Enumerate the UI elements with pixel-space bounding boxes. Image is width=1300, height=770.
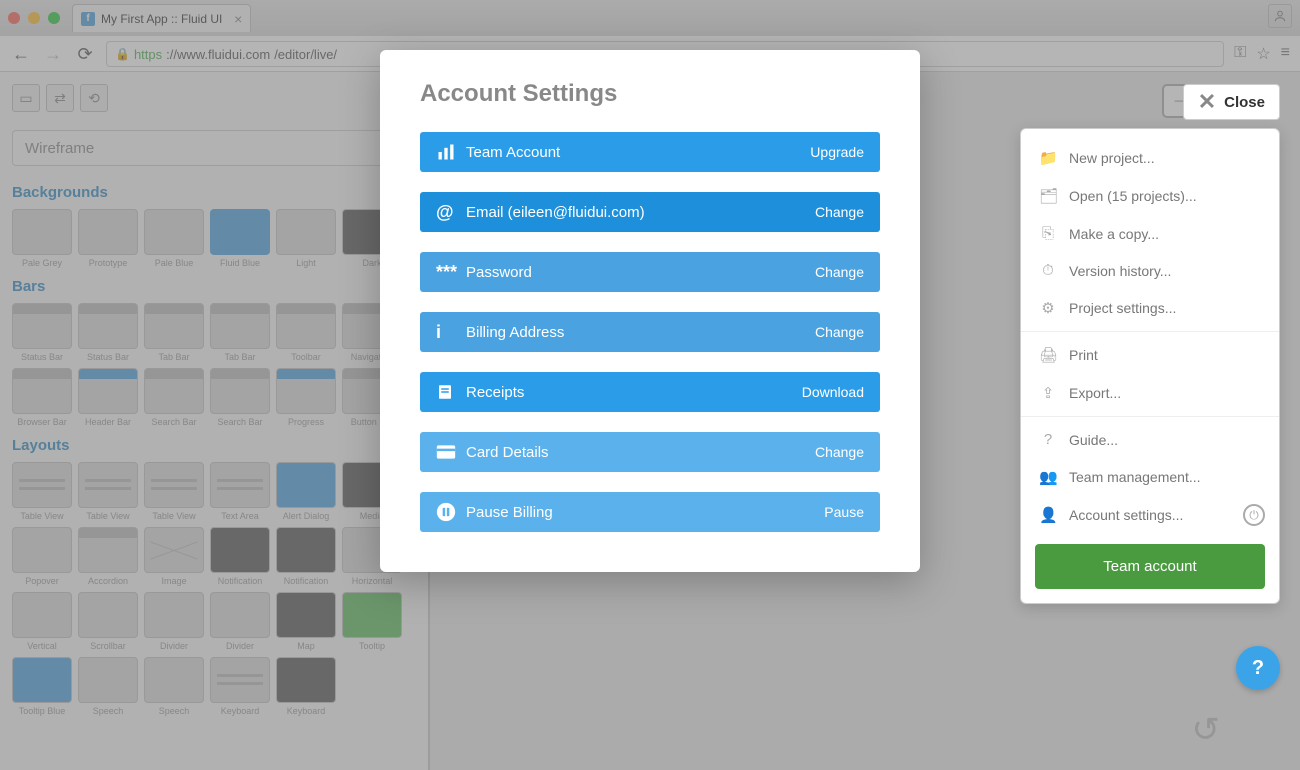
row-action: Change (815, 264, 864, 280)
row-card-details[interactable]: Card Details Change (420, 432, 880, 472)
power-icon[interactable]: ⏻ (1243, 504, 1265, 526)
row-action: Pause (824, 504, 864, 520)
row-email[interactable]: @ Email (eileen@fluidui.com) Change (420, 192, 880, 232)
row-label: Billing Address (466, 324, 815, 341)
menu-copy[interactable]: ⎘Make a copy... (1021, 215, 1279, 252)
menu-team-management[interactable]: 👥Team management... (1021, 458, 1279, 496)
row-action: Change (815, 324, 864, 340)
menu-separator (1021, 416, 1279, 417)
row-label: Team Account (466, 144, 810, 161)
gear-icon: ⚙ (1039, 299, 1057, 317)
menu-print[interactable]: 🖨Print (1021, 336, 1279, 374)
chart-icon (436, 142, 466, 162)
row-action: Download (802, 384, 864, 400)
info-icon: i (436, 322, 466, 343)
export-icon: ⇪ (1039, 384, 1057, 402)
close-button[interactable]: ✕ Close (1183, 84, 1280, 120)
close-label: Close (1224, 94, 1265, 111)
credit-card-icon (436, 444, 466, 460)
row-label: Card Details (466, 444, 815, 461)
row-action: Change (815, 444, 864, 460)
menu-project-settings[interactable]: ⚙Project settings... (1021, 289, 1279, 327)
menu-guide[interactable]: ?Guide... (1021, 421, 1279, 458)
close-icon: ✕ (1198, 89, 1216, 115)
pause-icon (436, 502, 466, 522)
team-icon: 👥 (1039, 468, 1057, 486)
row-pause-billing[interactable]: Pause Billing Pause (420, 492, 880, 532)
menu-account-settings[interactable]: 👤Account settings...⏻ (1021, 496, 1279, 534)
receipt-icon (436, 383, 466, 401)
menu-export[interactable]: ⇪Export... (1021, 374, 1279, 412)
folder-plus-icon: 📁 (1039, 149, 1057, 167)
menu-separator (1021, 331, 1279, 332)
row-team-account[interactable]: Team Account Upgrade (420, 132, 880, 172)
menu-new-project[interactable]: 📁New project... (1021, 139, 1279, 177)
copy-icon: ⎘ (1039, 225, 1057, 242)
help-icon: ? (1039, 431, 1057, 448)
password-icon: *** (436, 262, 466, 283)
row-password[interactable]: *** Password Change (420, 252, 880, 292)
team-account-button[interactable]: Team account (1035, 544, 1265, 589)
user-icon: 👤 (1039, 506, 1057, 524)
menu-history[interactable]: ⏱Version history... (1021, 252, 1279, 289)
folder-open-icon: 🗂 (1039, 187, 1057, 205)
row-label: Pause Billing (466, 504, 824, 521)
chat-help-icon[interactable]: ? (1236, 646, 1280, 690)
print-icon: 🖨 (1039, 346, 1057, 364)
row-action: Upgrade (810, 144, 864, 160)
row-billing-address[interactable]: i Billing Address Change (420, 312, 880, 352)
row-receipts[interactable]: Receipts Download (420, 372, 880, 412)
project-menu: 📁New project... 🗂Open (15 projects)... ⎘… (1020, 128, 1280, 604)
menu-open[interactable]: 🗂Open (15 projects)... (1021, 177, 1279, 215)
account-settings-modal: Account Settings Team Account Upgrade @ … (380, 50, 920, 572)
row-label: Password (466, 264, 815, 281)
modal-title: Account Settings (420, 80, 880, 108)
at-icon: @ (436, 202, 466, 223)
row-label: Receipts (466, 384, 802, 401)
row-label: Email (eileen@fluidui.com) (466, 204, 815, 221)
row-action: Change (815, 204, 864, 220)
clock-icon: ⏱ (1039, 262, 1057, 279)
